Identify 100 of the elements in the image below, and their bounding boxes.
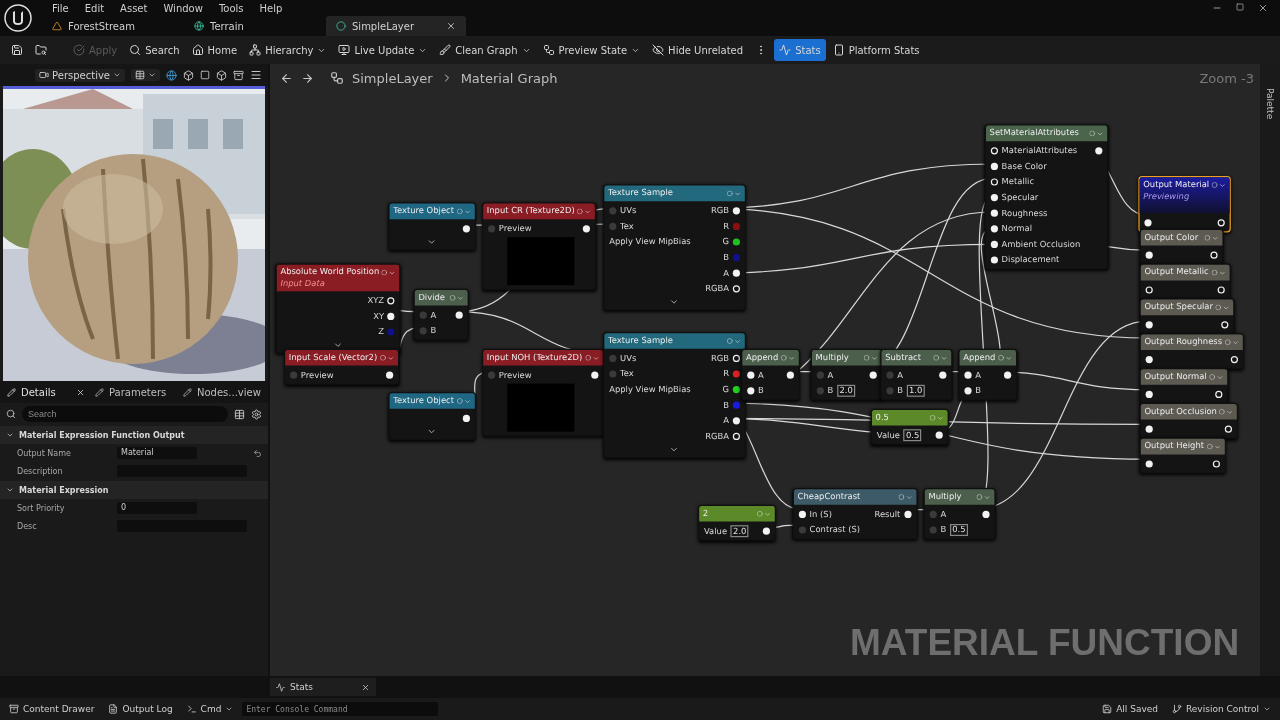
node-title: Input Scale (Vector2): [288, 351, 378, 364]
graph-node[interactable]: CheapContrast In (S) Contrast (S) Result: [792, 488, 918, 540]
graph-node[interactable]: Input NOH (Texture2D) Preview: [482, 348, 604, 437]
toolbar-button[interactable]: Clean Graph: [434, 39, 536, 61]
pin-label: Preview: [300, 369, 334, 380]
node-title: Subtract: [885, 351, 922, 364]
graph-node[interactable]: Input Scale (Vector2) Preview: [284, 348, 399, 385]
graph-node[interactable]: Divide A B: [413, 288, 469, 341]
property-field[interactable]: Material: [117, 447, 197, 459]
toolbar-button[interactable]: Search: [124, 39, 185, 61]
menu-item[interactable]: Edit: [76, 2, 113, 14]
toolbar-button[interactable]: Hide Unrelated: [647, 39, 749, 61]
graph-node[interactable]: Texture Object: [388, 392, 476, 440]
node-title: Input CR (Texture2D): [486, 205, 575, 218]
pin-label: G: [722, 236, 729, 247]
graph-node[interactable]: Output Height: [1139, 437, 1226, 474]
pin-label: A: [723, 267, 729, 278]
palette-tab[interactable]: Palette: [1265, 88, 1275, 120]
pin-label: A: [975, 369, 981, 380]
graph-node[interactable]: Output Roughness: [1139, 333, 1244, 370]
pin-label: A: [940, 509, 947, 519]
stats-tab[interactable]: Stats: [270, 678, 376, 696]
toolbar-button[interactable]: Stats: [774, 39, 826, 61]
graph-node[interactable]: Output Normal: [1139, 368, 1229, 404]
graph-node[interactable]: Multiply A B 0.5: [923, 488, 996, 540]
graph-node[interactable]: SetMaterialAttributes MaterialAttributes Base Color Metallic Specular Roughness Normal Ambient Occlusion Displacement: [984, 124, 1108, 270]
graph-node[interactable]: Output Metallic: [1139, 263, 1231, 300]
search-field[interactable]: Search: [22, 406, 228, 422]
pin-label: Ambient Occlusion: [1001, 239, 1081, 249]
graph-node[interactable]: 2 Value 2.0: [698, 504, 777, 541]
perspective-dropdown[interactable]: Perspective: [35, 68, 125, 82]
section-header[interactable]: Material Expression: [0, 481, 268, 499]
status-button[interactable]: Revision Control: [1167, 700, 1276, 718]
pin-label: Tex: [620, 368, 634, 379]
pin-label: Apply View MipBias: [609, 236, 691, 247]
node-title: Multiply: [815, 351, 850, 364]
toolbar-button[interactable]: Live Update: [333, 39, 433, 61]
value-field[interactable]: 0.5: [903, 428, 922, 441]
node-title: Append: [963, 351, 996, 364]
graph-node[interactable]: Input CR (Texture2D) Preview: [482, 202, 597, 290]
value-field[interactable]: 1.0: [906, 384, 925, 397]
status-button[interactable]: Cmd: [181, 700, 239, 718]
pin-label: Value: [876, 429, 900, 440]
toolbar-button[interactable]: Preview State: [537, 39, 646, 61]
graph-node[interactable]: Multiply A B 2.0: [810, 348, 883, 401]
value-field[interactable]: 2.0: [837, 384, 856, 397]
property-field[interactable]: 0: [117, 502, 197, 514]
graph-node[interactable]: Output Color: [1139, 228, 1224, 265]
graph-node[interactable]: Subtract A B 1.0: [880, 348, 953, 401]
pin-label: A: [758, 369, 764, 380]
node-title: Output Normal: [1144, 370, 1207, 384]
node-title: Output Height: [1144, 440, 1205, 453]
menu-item[interactable]: File: [44, 2, 77, 14]
menu-item[interactable]: Window: [155, 2, 211, 14]
status-button[interactable]: Output Log: [103, 700, 178, 718]
editor-tab[interactable]: ForestStream: [42, 16, 182, 36]
pin-label: MaterialAttributes: [1001, 145, 1078, 155]
panel-tab[interactable]: Details: [4, 386, 88, 398]
pin-label: In (S): [809, 509, 832, 519]
graph-node[interactable]: Output Material Previewing: [1138, 176, 1231, 233]
graph-node[interactable]: Append A B: [958, 348, 1018, 401]
menu-item[interactable]: Asset: [112, 2, 156, 14]
graph-node[interactable]: Texture Object: [388, 202, 476, 251]
toolbar-button[interactable]: Hierarchy: [244, 39, 332, 61]
status-button[interactable]: All Saved: [1097, 700, 1163, 718]
toolbar-button[interactable]: Home: [186, 39, 243, 61]
node-title: Output Material: [1143, 178, 1210, 192]
pin-label: B: [897, 385, 903, 395]
graph-node[interactable]: Texture Sample UVs Tex Apply View MipBias RGB R G B A RGBA: [603, 332, 746, 458]
editor-tab[interactable]: Terrain: [184, 16, 324, 36]
status-button[interactable]: Content Drawer: [4, 700, 100, 718]
value-field[interactable]: 2.0: [730, 524, 749, 537]
caption-text: MATERIAL FUNCTION: [850, 622, 1240, 664]
graph-node[interactable]: Texture Sample UVs Tex Apply View MipBias RGB R G B A RGBA: [603, 184, 746, 311]
graph-node[interactable]: Append A B: [741, 348, 800, 401]
pin-label: A: [827, 369, 834, 380]
menu-item[interactable]: Help: [251, 2, 291, 14]
pin-label: Metallic: [1001, 176, 1035, 187]
graph-node[interactable]: Output Occlusion: [1139, 402, 1239, 439]
toolbar-button[interactable]: Platform Stats: [827, 39, 925, 61]
node-title: Absolute World Position: [280, 266, 380, 279]
node-title: Texture Sample: [608, 187, 674, 200]
graph-node[interactable]: 0.5 Value 0.5: [870, 408, 950, 445]
graph-node[interactable]: Output Specular: [1139, 298, 1235, 335]
panel-tab[interactable]: Parameters: [92, 386, 176, 398]
pin-label: B: [723, 252, 729, 262]
node-title: Multiply: [928, 490, 963, 504]
section-header[interactable]: Material Expression Function Output: [0, 426, 268, 444]
breadcrumb-item[interactable]: SimpleLayer: [352, 70, 433, 86]
pin-label: R: [723, 368, 729, 379]
menu-item[interactable]: Tools: [210, 2, 252, 14]
panel-tab[interactable]: Nodes...view: [180, 386, 264, 398]
graph-node[interactable]: Absolute World Position Input Data XYZ XY Z: [275, 263, 401, 354]
editor-tab[interactable]: SimpleLayer: [326, 16, 466, 36]
console-field[interactable]: Enter Console Command: [242, 702, 439, 716]
value-field[interactable]: 0.5: [949, 523, 968, 536]
node-title: Output Roughness: [1144, 335, 1223, 349]
breadcrumb-item[interactable]: Material Graph: [460, 70, 558, 86]
pin-label: B: [758, 385, 764, 395]
pin-label: Contrast (S): [809, 524, 861, 535]
